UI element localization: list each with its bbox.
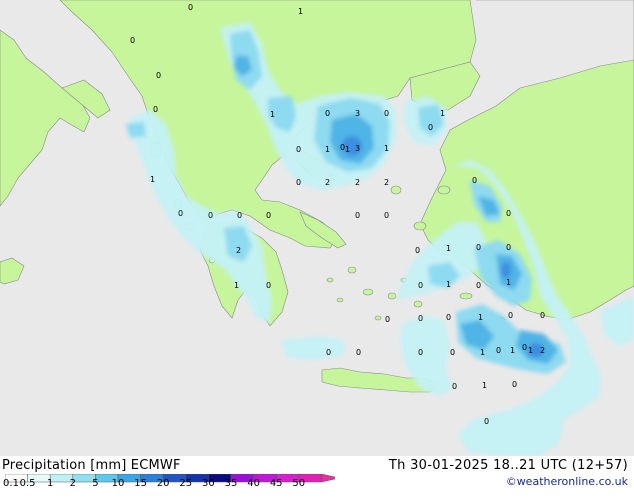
svg-text:0: 0 bbox=[508, 311, 513, 320]
svg-text:0: 0 bbox=[522, 343, 527, 352]
svg-text:2: 2 bbox=[236, 246, 241, 255]
svg-text:1: 1 bbox=[480, 348, 485, 357]
svg-text:0: 0 bbox=[476, 243, 481, 252]
svg-text:3: 3 bbox=[355, 109, 360, 118]
svg-text:0: 0 bbox=[188, 3, 193, 12]
svg-text:1: 1 bbox=[446, 244, 451, 253]
svg-text:0: 0 bbox=[356, 348, 361, 357]
svg-text:2: 2 bbox=[355, 178, 360, 187]
svg-text:1: 1 bbox=[234, 281, 239, 290]
svg-text:0: 0 bbox=[237, 211, 242, 220]
svg-text:1: 1 bbox=[482, 381, 487, 390]
svg-text:0: 0 bbox=[384, 211, 389, 220]
precipitation-map: 0 1 0 0 0 1 0 3 0 1 0 0 1 0 1 3 1 0 2 2 … bbox=[0, 0, 634, 456]
svg-text:1: 1 bbox=[506, 278, 511, 287]
svg-text:0: 0 bbox=[156, 71, 161, 80]
svg-text:0: 0 bbox=[296, 145, 301, 154]
svg-text:1: 1 bbox=[384, 144, 389, 153]
svg-text:1: 1 bbox=[345, 145, 350, 154]
cyclades bbox=[326, 266, 408, 321]
svg-text:1: 1 bbox=[440, 109, 445, 118]
svg-text:0: 0 bbox=[208, 211, 213, 220]
svg-text:0: 0 bbox=[266, 281, 271, 290]
svg-text:1: 1 bbox=[298, 7, 303, 16]
svg-text:0: 0 bbox=[472, 176, 477, 185]
svg-text:0: 0 bbox=[153, 105, 158, 114]
svg-text:0: 0 bbox=[418, 314, 423, 323]
svg-text:0: 0 bbox=[325, 109, 330, 118]
valid-time: Th 30-01-2025 18..21 UTC (12+57) bbox=[388, 458, 628, 473]
svg-text:0: 0 bbox=[130, 36, 135, 45]
svg-text:1: 1 bbox=[325, 145, 330, 154]
legend-tick: 25 bbox=[179, 478, 193, 489]
svg-text:0: 0 bbox=[296, 178, 301, 187]
svg-text:2: 2 bbox=[384, 178, 389, 187]
svg-text:0: 0 bbox=[418, 348, 423, 357]
legend-tick: 40 bbox=[247, 478, 260, 489]
svg-text:0: 0 bbox=[450, 348, 455, 357]
svg-text:1: 1 bbox=[478, 313, 483, 322]
svg-text:0: 0 bbox=[385, 315, 390, 324]
svg-text:0: 0 bbox=[326, 348, 331, 357]
svg-text:0: 0 bbox=[355, 211, 360, 220]
svg-text:0: 0 bbox=[178, 209, 183, 218]
svg-text:0: 0 bbox=[415, 246, 420, 255]
svg-text:0: 0 bbox=[452, 382, 457, 391]
southern-italy bbox=[0, 29, 91, 207]
svg-text:0: 0 bbox=[428, 123, 433, 132]
legend-tick: 1 bbox=[47, 478, 54, 489]
legend-tick: 50 bbox=[292, 478, 306, 489]
svg-text:0: 0 bbox=[384, 109, 389, 118]
map-footer: Precipitation [mm] ECMWF Th 30-01-2025 1… bbox=[0, 456, 634, 490]
legend-tick: 5 bbox=[92, 478, 99, 489]
svg-text:1: 1 bbox=[270, 110, 275, 119]
svg-text:0: 0 bbox=[506, 209, 511, 218]
svg-text:3: 3 bbox=[355, 144, 360, 153]
svg-text:0: 0 bbox=[496, 346, 501, 355]
sicily bbox=[0, 257, 25, 285]
svg-text:0: 0 bbox=[506, 243, 511, 252]
svg-text:0: 0 bbox=[446, 313, 451, 322]
legend-tick: 15 bbox=[134, 478, 147, 489]
svg-text:2: 2 bbox=[540, 346, 545, 355]
legend-tick: 0.1 bbox=[3, 478, 19, 489]
svg-text:0: 0 bbox=[540, 311, 545, 320]
legend-tick-labels: 0.1 0.5 1 2 5 10 15 20 25 30 35 40 45 50 bbox=[3, 478, 335, 491]
svg-text:1: 1 bbox=[510, 346, 515, 355]
legend-tick: 2 bbox=[69, 478, 76, 489]
legend-tick: 45 bbox=[269, 478, 283, 489]
svg-text:0: 0 bbox=[476, 281, 481, 290]
credit-link[interactable]: ©weatheronline.co.uk bbox=[506, 475, 628, 488]
legend-tick: 10 bbox=[111, 478, 125, 489]
svg-text:0: 0 bbox=[266, 211, 271, 220]
svg-text:0: 0 bbox=[484, 417, 489, 426]
legend-tick: 0.5 bbox=[19, 478, 36, 489]
svg-text:2: 2 bbox=[325, 178, 330, 187]
svg-text:1: 1 bbox=[528, 346, 533, 355]
svg-text:0: 0 bbox=[418, 281, 423, 290]
svg-text:0: 0 bbox=[512, 380, 517, 389]
svg-text:1: 1 bbox=[150, 175, 155, 184]
map-title: Precipitation [mm] ECMWF bbox=[2, 458, 181, 473]
legend-tick: 30 bbox=[202, 478, 215, 489]
map-canvas: 0 1 0 0 0 1 0 3 0 1 0 0 1 0 1 3 1 0 2 2 … bbox=[0, 0, 634, 456]
legend-tick: 20 bbox=[156, 478, 170, 489]
legend-tick: 35 bbox=[224, 478, 238, 489]
svg-text:1: 1 bbox=[446, 280, 451, 289]
